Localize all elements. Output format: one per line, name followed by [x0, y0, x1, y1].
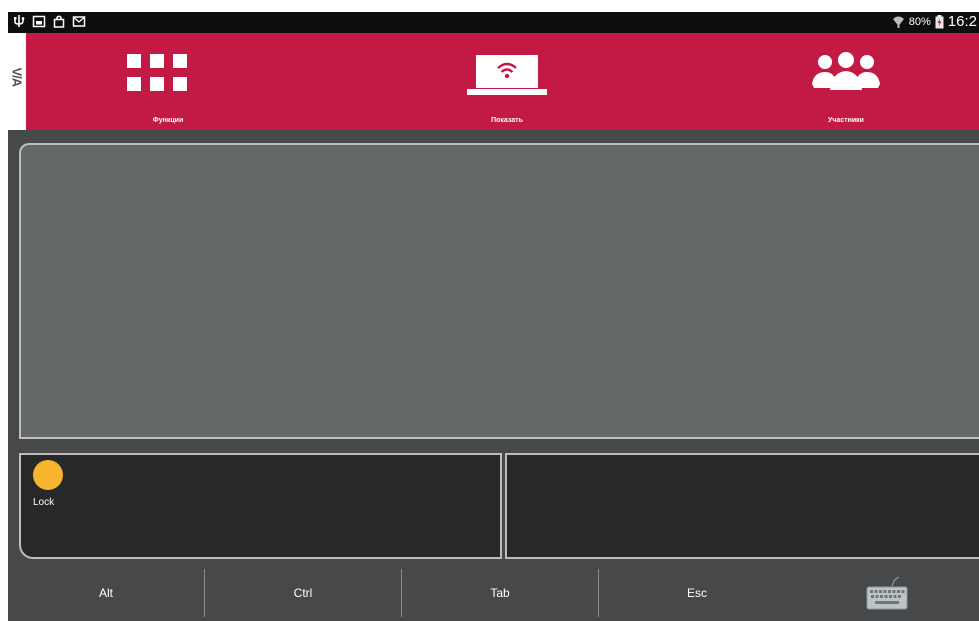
battery-icon: [935, 14, 944, 28]
usb-icon: [14, 15, 25, 27]
keyboard-icon: [866, 575, 908, 609]
app-logo: V/A: [9, 67, 25, 87]
ctrl-key[interactable]: Ctrl: [205, 564, 401, 621]
alt-key[interactable]: Alt: [8, 564, 204, 621]
status-left-icons: [12, 14, 86, 29]
participants-icon: [812, 52, 880, 90]
grid-icon: [127, 54, 187, 91]
alt-key-label: Alt: [98, 585, 113, 600]
nav-show[interactable]: Показать: [437, 33, 577, 130]
keyboard-button[interactable]: [795, 564, 979, 621]
nav-functions-label: Функции: [152, 117, 184, 124]
tab-key-label: Tab: [490, 585, 510, 600]
tab-key[interactable]: Tab: [402, 564, 598, 621]
right-click-button[interactable]: [505, 453, 979, 559]
modifier-key-bar: Alt Ctrl Tab Esc: [8, 564, 979, 621]
nav-participants-label: Участники: [828, 117, 864, 124]
esc-key[interactable]: Esc: [599, 564, 795, 621]
battery-percent: 80%: [908, 15, 931, 28]
status-right: 80% 16:2: [892, 13, 977, 30]
clock: 16:2: [947, 13, 977, 30]
touchpad-area[interactable]: [19, 143, 979, 439]
top-nav-bar: Функции Показать Участники: [26, 33, 979, 130]
mail-icon: [72, 16, 86, 27]
wifi-icon: [892, 16, 904, 28]
nav-participants[interactable]: Участники: [776, 33, 916, 130]
app-frame: 80% 16:2 V/A Функции Показать Участники …: [8, 12, 979, 621]
lock-toggle[interactable]: [33, 460, 63, 490]
status-bar: 80% 16:2: [8, 12, 979, 33]
image-icon: [32, 15, 46, 28]
esc-key-label: Esc: [686, 585, 707, 600]
lock-label: Lock: [33, 497, 55, 508]
left-click-button[interactable]: [19, 453, 502, 559]
nav-functions[interactable]: Функции: [98, 33, 238, 130]
ctrl-key-label: Ctrl: [293, 585, 313, 600]
bag-icon: [53, 15, 65, 28]
logo-strip: V/A: [8, 33, 26, 130]
nav-show-label: Показать: [491, 117, 523, 124]
laptop-wifi-icon: [467, 55, 547, 95]
